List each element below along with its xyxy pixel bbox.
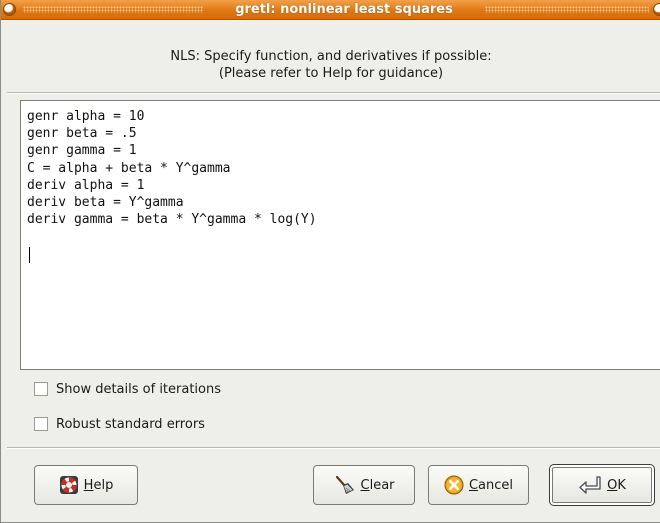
text-cursor [29,247,30,263]
button-separator [7,447,660,449]
cancel-button-label: Cancel [468,477,514,493]
code-line: deriv alpha = 1 [27,177,145,193]
window-title: gretl: nonlinear least squares [235,2,453,17]
instructions: NLS: Specify function, and derivatives i… [1,48,660,82]
script-text[interactable]: genr alpha = 10 genr beta = .5 genr gamma … [21,101,660,228]
help-button-label: Help [83,477,114,493]
broom-icon [335,475,354,494]
robust-errors-option[interactable]: Robust standard errors [34,415,205,433]
title-grip-left [23,6,203,13]
code-line: C = alpha + beta * Y^gamma [27,160,231,176]
return-arrow-icon [579,476,601,494]
show-iterations-label: Show details of iterations [56,381,222,397]
nls-script-editor[interactable]: genr alpha = 10 genr beta = .5 genr gamma … [20,100,660,370]
code-line: genr beta = .5 [27,126,137,142]
cancel-button[interactable]: Cancel [428,465,529,505]
robust-errors-checkbox[interactable] [34,417,48,431]
title-bar[interactable]: gretl: nonlinear least squares [1,0,660,20]
ok-button[interactable]: OK [549,464,655,506]
instructions-line-2: (Please refer to Help for guidance) [218,66,444,81]
nls-dialog: gretl: nonlinear least squares NLS: Spec… [0,0,660,523]
header-separator [7,92,660,94]
window-control-icon[interactable] [653,3,660,16]
code-line: genr gamma = 1 [27,143,137,159]
cancel-icon [444,475,464,495]
show-iterations-option[interactable]: Show details of iterations [34,380,221,398]
instructions-line-1: NLS: Specify function, and derivatives i… [170,49,492,64]
help-button[interactable]: Help [34,465,138,505]
clear-button[interactable]: Clear [313,465,415,505]
ok-button-label: OK [607,477,626,493]
code-line: deriv gamma = beta * Y^gamma * log(Y) [27,212,317,228]
title-grip-right [485,6,649,13]
code-line: deriv beta = Y^gamma [27,195,184,211]
lifebuoy-icon [59,476,78,494]
window-menu-icon[interactable] [3,3,16,16]
robust-errors-label: Robust standard errors [56,416,205,432]
code-line: genr alpha = 10 [27,109,145,124]
show-iterations-checkbox[interactable] [34,382,48,396]
clear-button-label: Clear [360,477,395,493]
